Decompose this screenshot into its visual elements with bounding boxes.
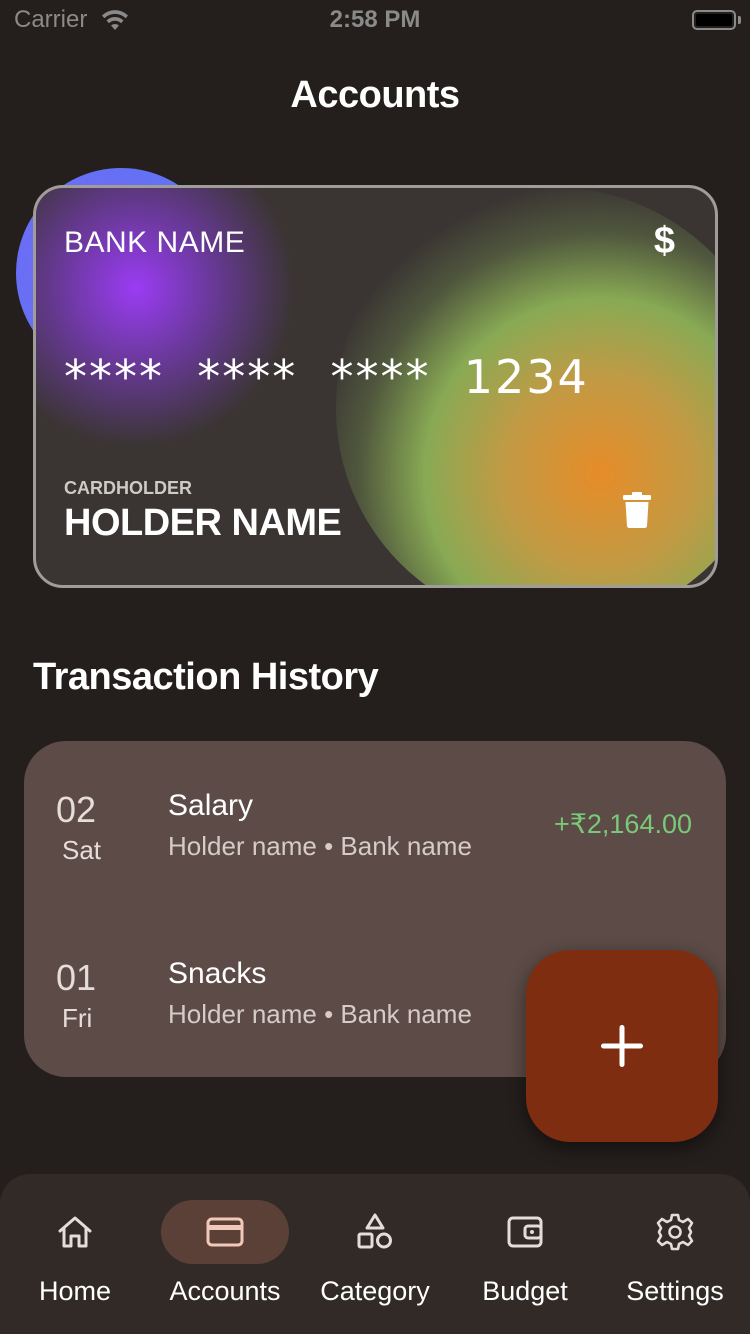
transaction-weekday: Sat — [62, 835, 102, 865]
card-bank-name: BANK NAME — [64, 226, 246, 259]
home-icon — [58, 1216, 92, 1248]
nav-item-category[interactable]: Category — [300, 1200, 450, 1320]
bottom-navigation: Home Accounts Category Budget Settings — [0, 1174, 750, 1334]
transaction-day: 02 — [56, 789, 97, 830]
status-bar: Carrier 2:58 PM — [0, 0, 750, 40]
list-item[interactable]: 02 Sat Salary Holder name • Bank name +₹… — [24, 789, 726, 899]
transaction-title: Salary — [168, 789, 254, 822]
status-time: 2:58 PM — [329, 6, 421, 33]
currency-icon: $ — [653, 220, 675, 262]
transaction-amount: +₹2,164.00 — [553, 809, 692, 839]
gear-icon — [656, 1213, 694, 1251]
nav-label: Home — [38, 1276, 112, 1306]
plus-icon — [601, 1025, 643, 1067]
page-title: Accounts — [290, 74, 460, 116]
nav-item-home[interactable]: Home — [0, 1200, 150, 1320]
transaction-history-title: Transaction History — [33, 656, 379, 698]
cardholder-name: HOLDER NAME — [64, 502, 342, 544]
transaction-weekday: Fri — [62, 1003, 93, 1033]
wallet-icon — [507, 1216, 543, 1248]
bank-card[interactable]: BANK NAME $ **** **** **** 1234 CARDHOLD… — [33, 185, 718, 588]
add-transaction-button[interactable] — [526, 950, 718, 1142]
nav-item-settings[interactable]: Settings — [600, 1200, 750, 1320]
nav-item-budget[interactable]: Budget — [450, 1200, 600, 1320]
nav-item-accounts[interactable]: Accounts — [150, 1200, 300, 1320]
nav-label: Category — [320, 1276, 430, 1306]
nav-label: Budget — [482, 1276, 568, 1306]
card-number: **** **** **** 1234 — [64, 350, 589, 404]
nav-label: Accounts — [169, 1276, 281, 1306]
battery-icon — [692, 10, 736, 30]
shapes-icon — [357, 1213, 392, 1249]
battery-cap — [738, 16, 741, 24]
cardholder-label: CARDHOLDER — [64, 478, 192, 498]
nav-label: Settings — [626, 1276, 724, 1306]
transaction-day: 01 — [56, 957, 97, 998]
credit-card-icon — [206, 1217, 244, 1247]
transaction-title: Snacks — [168, 957, 267, 990]
trash-icon[interactable] — [623, 492, 651, 528]
transaction-subtitle: Holder name • Bank name — [168, 831, 472, 861]
transaction-subtitle: Holder name • Bank name — [168, 999, 472, 1029]
